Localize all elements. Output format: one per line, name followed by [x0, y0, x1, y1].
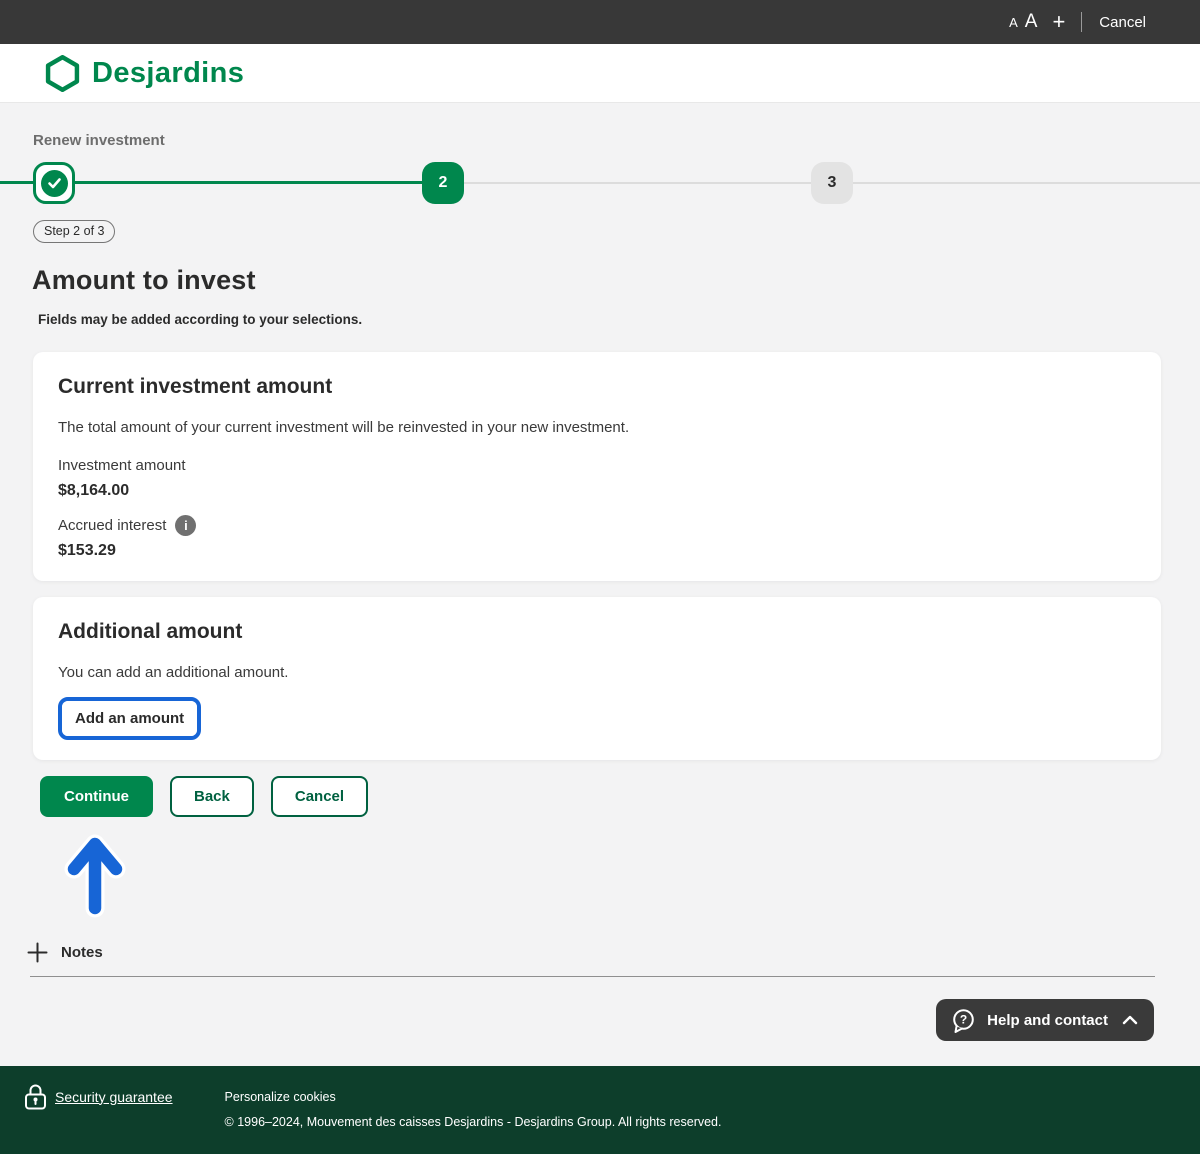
- help-bubble-icon: ?: [950, 1007, 977, 1034]
- section-divider: [30, 976, 1155, 977]
- investment-amount-label: Investment amount: [58, 456, 1135, 476]
- current-investment-title: Current investment amount: [58, 374, 1135, 400]
- page-title: Amount to invest: [32, 265, 1200, 296]
- current-investment-card: Current investment amount The total amou…: [33, 352, 1161, 581]
- step-1-check-circle: [41, 170, 68, 197]
- progress-stepper: 2 3: [0, 162, 1200, 204]
- check-icon: [47, 177, 62, 190]
- brand-wordmark: Desjardins: [92, 57, 244, 90]
- desjardins-logo[interactable]: Desjardins: [44, 55, 244, 92]
- main-content: Renew investment 2 3 Step 2 of 3 Amount …: [0, 103, 1200, 1066]
- step-progress-row: Step 2 of 3: [33, 220, 1200, 243]
- accrued-interest-label: Accrued interest: [58, 516, 166, 536]
- svg-text:?: ?: [960, 1012, 967, 1026]
- topbar-divider: [1081, 12, 1082, 32]
- step-2-current: 2: [422, 162, 464, 204]
- flow-title: Renew investment: [33, 103, 1200, 149]
- footer-legal-column: Personalize cookies © 1996–2024, Mouveme…: [225, 1090, 722, 1129]
- action-buttons-row: Continue Back Cancel: [40, 776, 1200, 817]
- zoom-plus-icon[interactable]: +: [1052, 11, 1065, 33]
- cancel-button[interactable]: Cancel: [271, 776, 368, 817]
- cancel-link[interactable]: Cancel: [1099, 14, 1146, 31]
- step-1-completed: [33, 162, 75, 204]
- add-an-amount-button[interactable]: Add an amount: [62, 701, 197, 736]
- notes-label: Notes: [61, 944, 103, 961]
- help-row: ? Help and contact: [0, 999, 1200, 1041]
- additional-amount-card: Additional amount You can add an additio…: [33, 597, 1161, 760]
- investment-amount-value: $8,164.00: [58, 481, 1135, 501]
- accrued-interest-field: Accrued interest i: [58, 515, 1135, 536]
- help-and-contact-button[interactable]: ? Help and contact: [936, 999, 1154, 1041]
- step-3-upcoming: 3: [811, 162, 853, 204]
- additional-amount-description: You can add an additional amount.: [58, 663, 1135, 683]
- page-footer: Security guarantee Personalize cookies ©…: [0, 1066, 1200, 1154]
- notes-expander[interactable]: Notes: [27, 940, 1200, 964]
- current-investment-description: The total amount of your current investm…: [58, 418, 1135, 438]
- investment-amount-field: Investment amount $8,164.00 Accrued inte…: [58, 456, 1135, 561]
- accrued-interest-value: $153.29: [58, 541, 1135, 561]
- info-icon[interactable]: i: [175, 515, 196, 536]
- additional-amount-title: Additional amount: [58, 619, 1135, 645]
- text-size-decrease-button[interactable]: A: [1009, 15, 1018, 30]
- annotation-arrow-up-icon: [63, 832, 127, 918]
- personalize-cookies-link[interactable]: Personalize cookies: [225, 1090, 722, 1104]
- chevron-up-icon: [1122, 1015, 1138, 1025]
- desjardins-hexagon-icon: [44, 55, 81, 92]
- step-progress-badge: Step 2 of 3: [33, 220, 115, 243]
- help-and-contact-label: Help and contact: [987, 1012, 1108, 1029]
- top-utility-bar: A A + Cancel: [0, 0, 1200, 44]
- lock-icon: [24, 1083, 47, 1110]
- continue-button[interactable]: Continue: [40, 776, 153, 817]
- security-guarantee-link[interactable]: Security guarantee: [55, 1089, 173, 1105]
- copyright-text: © 1996–2024, Mouvement des caisses Desja…: [225, 1115, 722, 1129]
- plus-icon: [27, 942, 48, 963]
- brand-header: Desjardins: [0, 44, 1200, 103]
- text-size-increase-button[interactable]: A: [1025, 11, 1038, 33]
- page-selection-note: Fields may be added according to your se…: [38, 312, 1200, 327]
- annotation-highlight-ring: Add an amount: [58, 697, 201, 740]
- back-button[interactable]: Back: [170, 776, 254, 817]
- security-guarantee-group[interactable]: Security guarantee: [24, 1083, 173, 1110]
